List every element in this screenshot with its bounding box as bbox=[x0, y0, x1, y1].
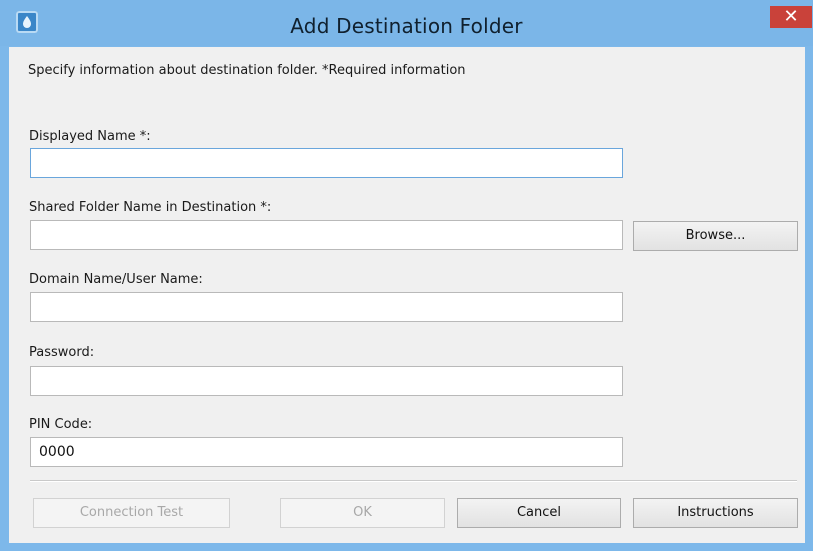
displayed-name-input[interactable] bbox=[30, 148, 623, 178]
cancel-button[interactable]: Cancel bbox=[457, 498, 621, 528]
password-input[interactable] bbox=[30, 366, 623, 396]
footer-divider bbox=[30, 480, 797, 482]
browse-button[interactable]: Browse... bbox=[633, 221, 798, 251]
shared-folder-input[interactable] bbox=[30, 220, 623, 250]
dialog-window: Add Destination Folder ✕ Specify informa… bbox=[0, 0, 813, 551]
pin-code-label: PIN Code: bbox=[29, 417, 93, 432]
close-icon: ✕ bbox=[783, 6, 799, 27]
instruction-text: Specify information about destination fo… bbox=[28, 63, 466, 78]
connection-test-button[interactable]: Connection Test bbox=[33, 498, 230, 528]
displayed-name-label: Displayed Name *: bbox=[29, 129, 151, 144]
dialog-title: Add Destination Folder bbox=[290, 14, 523, 38]
ok-button[interactable]: OK bbox=[280, 498, 445, 528]
title-bar[interactable]: Add Destination Folder ✕ bbox=[0, 0, 813, 46]
domain-user-input[interactable] bbox=[30, 292, 623, 322]
pin-code-input[interactable] bbox=[30, 437, 623, 467]
dialog-body: Specify information about destination fo… bbox=[9, 47, 805, 543]
domain-user-label: Domain Name/User Name: bbox=[29, 272, 203, 287]
close-button[interactable]: ✕ bbox=[770, 6, 812, 28]
instructions-button[interactable]: Instructions bbox=[633, 498, 798, 528]
shared-folder-label: Shared Folder Name in Destination *: bbox=[29, 200, 272, 215]
password-label: Password: bbox=[29, 345, 95, 360]
